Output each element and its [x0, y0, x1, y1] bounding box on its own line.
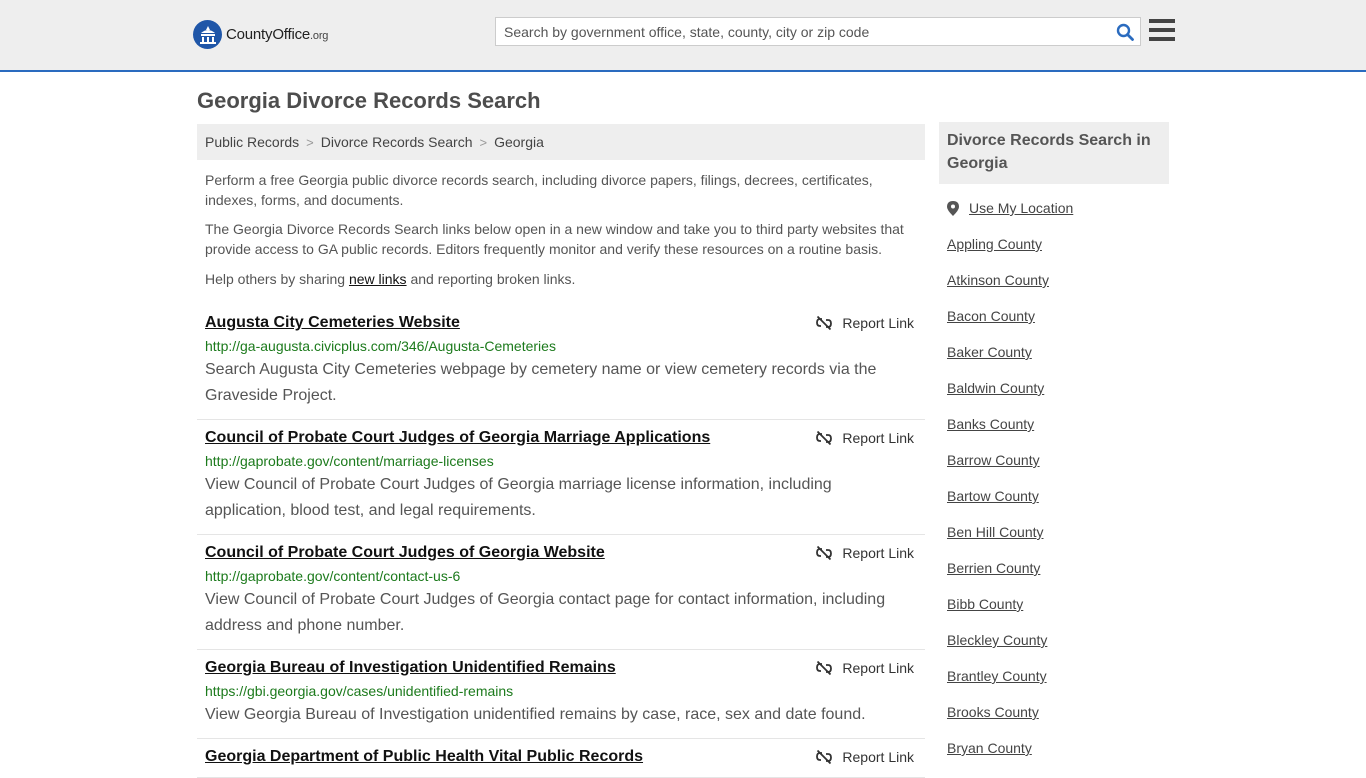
- result-title-link[interactable]: Georgia Bureau of Investigation Unidenti…: [205, 658, 616, 678]
- sidebar-item-county[interactable]: Brooks County: [947, 702, 1169, 738]
- broken-link-icon: [816, 749, 833, 765]
- breadcrumb-divorce-records-search[interactable]: Divorce Records Search: [321, 134, 473, 150]
- use-my-location-label: Use My Location: [969, 200, 1074, 216]
- sidebar-item-county[interactable]: Bacon County: [947, 306, 1169, 342]
- sidebar: Divorce Records Search in Georgia Use My…: [939, 122, 1169, 774]
- breadcrumb: Public Records > Divorce Records Search …: [197, 124, 925, 160]
- sidebar-item-county[interactable]: Atkinson County: [947, 270, 1169, 306]
- sidebar-item-county[interactable]: Bibb County: [947, 594, 1169, 630]
- sidebar-item-county[interactable]: Barrow County: [947, 450, 1169, 486]
- site-logo[interactable]: CountyOffice.org: [193, 20, 328, 49]
- result-item: Council of Probate Court Judges of Georg…: [197, 420, 925, 535]
- result-item: Georgia Department of Public Health Vita…: [197, 739, 925, 778]
- result-item: Council of Probate Court Judges of Georg…: [197, 535, 925, 650]
- hamburger-menu-icon[interactable]: [1149, 19, 1175, 43]
- broken-link-icon: [816, 315, 833, 331]
- capitol-logo-icon: [193, 20, 222, 49]
- intro-text: Perform a free Georgia public divorce re…: [197, 170, 925, 289]
- result-title-link[interactable]: Augusta City Cemeteries Website: [205, 313, 460, 333]
- report-link-button[interactable]: Report Link: [816, 430, 914, 446]
- report-link-button[interactable]: Report Link: [816, 749, 914, 765]
- site-header: CountyOffice.org: [0, 0, 1366, 72]
- breadcrumb-separator: >: [479, 134, 488, 150]
- broken-link-icon: [816, 545, 833, 561]
- sidebar-item-county[interactable]: Appling County: [947, 234, 1169, 270]
- report-link-label: Report Link: [842, 430, 914, 446]
- result-description: Search Augusta City Cemeteries webpage b…: [205, 361, 877, 404]
- logo-suffix: .org: [310, 30, 329, 42]
- sidebar-item-county[interactable]: Baker County: [947, 342, 1169, 378]
- result-url: https://gbi.georgia.gov/cases/unidentifi…: [205, 683, 514, 699]
- intro-paragraph-3: Help others by sharing new links and rep…: [205, 269, 917, 289]
- use-my-location-link[interactable]: Use My Location: [947, 198, 1169, 234]
- sidebar-item-county[interactable]: Bleckley County: [947, 630, 1169, 666]
- report-link-label: Report Link: [842, 545, 914, 561]
- result-url: http://gaprobate.gov/content/contact-us-…: [205, 568, 461, 584]
- sidebar-item-county[interactable]: Brantley County: [947, 666, 1169, 702]
- search-bar: [495, 17, 1141, 46]
- report-link-button[interactable]: Report Link: [816, 660, 914, 676]
- intro-paragraph-1: Perform a free Georgia public divorce re…: [205, 172, 873, 208]
- intro-share-text: Help others by sharing: [205, 271, 349, 287]
- results-list: Augusta City Cemeteries Website Report L…: [197, 305, 925, 778]
- sidebar-item-county[interactable]: Ben Hill County: [947, 522, 1169, 558]
- breadcrumb-separator: >: [306, 134, 314, 150]
- breadcrumb-public-records[interactable]: Public Records: [205, 134, 299, 150]
- result-url: http://gaprobate.gov/content/marriage-li…: [205, 453, 494, 469]
- map-pin-icon: [947, 201, 959, 216]
- report-link-label: Report Link: [842, 315, 914, 331]
- logo-text: CountyOffice.org: [226, 26, 328, 43]
- sidebar-item-county[interactable]: Baldwin County: [947, 378, 1169, 414]
- broken-link-icon: [816, 430, 833, 446]
- result-url: http://ga-augusta.civicplus.com/346/Augu…: [205, 338, 556, 354]
- main-content: Public Records > Divorce Records Search …: [197, 124, 925, 778]
- result-title-link[interactable]: Georgia Department of Public Health Vita…: [205, 747, 643, 767]
- broken-link-icon: [816, 660, 833, 676]
- intro-report-text: and reporting broken links.: [406, 271, 576, 287]
- search-icon: [1116, 23, 1134, 41]
- report-link-label: Report Link: [842, 660, 914, 676]
- sidebar-item-county[interactable]: Bryan County: [947, 738, 1169, 774]
- sidebar-item-county[interactable]: Bartow County: [947, 486, 1169, 522]
- logo-name: County: [226, 26, 273, 43]
- sidebar-title: Divorce Records Search in Georgia: [939, 122, 1169, 184]
- sidebar-item-county[interactable]: Banks County: [947, 414, 1169, 450]
- report-link-button[interactable]: Report Link: [816, 545, 914, 561]
- sidebar-item-county[interactable]: Berrien County: [947, 558, 1169, 594]
- result-title-link[interactable]: Council of Probate Court Judges of Georg…: [205, 543, 605, 563]
- result-item: Georgia Bureau of Investigation Unidenti…: [197, 650, 925, 739]
- result-description: View Georgia Bureau of Investigation uni…: [205, 706, 866, 723]
- result-description: View Council of Probate Court Judges of …: [205, 591, 886, 634]
- intro-paragraph-2: The Georgia Divorce Records Search links…: [205, 221, 904, 257]
- county-list: Use My Location Appling County Atkinson …: [939, 198, 1169, 774]
- search-button[interactable]: [1110, 18, 1140, 45]
- result-description: View Council of Probate Court Judges of …: [205, 476, 832, 519]
- logo-name-bold: Office: [272, 26, 311, 43]
- report-link-label: Report Link: [842, 749, 914, 765]
- search-input[interactable]: [496, 19, 1110, 44]
- new-links-link[interactable]: new links: [349, 271, 407, 287]
- breadcrumb-georgia[interactable]: Georgia: [494, 134, 544, 150]
- report-link-button[interactable]: Report Link: [816, 315, 914, 331]
- page-title: Georgia Divorce Records Search: [197, 88, 541, 113]
- result-item: Augusta City Cemeteries Website Report L…: [197, 305, 925, 420]
- result-title-link[interactable]: Council of Probate Court Judges of Georg…: [205, 428, 710, 448]
